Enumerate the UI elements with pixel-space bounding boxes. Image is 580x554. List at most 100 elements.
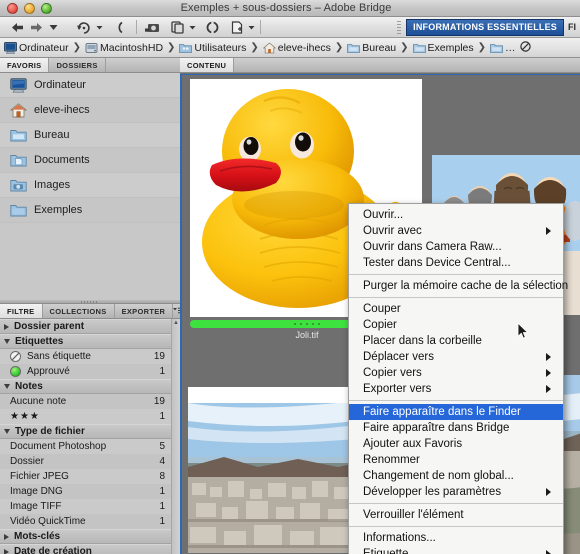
breadcrumb-item-eleve-ihecs[interactable]: eleve-ihecs [262, 42, 331, 54]
menu-item-couper[interactable]: Couper [349, 301, 563, 317]
filter-row[interactable]: Image TIFF 1 [0, 499, 171, 514]
new-folder-icon[interactable] [228, 17, 247, 38]
breadcrumb-item-bureau[interactable]: Bureau [347, 42, 396, 54]
breadcrumb-item-truncated[interactable]: … [490, 42, 516, 54]
filter-row-count: 1 [159, 411, 165, 422]
breadcrumb-separator: ❯ [400, 42, 409, 53]
menu-item-label: Ajouter aux Favoris [363, 438, 463, 450]
workspace-drag-grip[interactable] [397, 20, 402, 34]
breadcrumb-separator: ❯ [72, 42, 81, 53]
menu-item-placer-dans-la-corbeille[interactable]: Placer dans la corbeille [349, 333, 563, 349]
menu-item-renommer[interactable]: Renommer [349, 452, 563, 468]
recent-folders-dropdown-icon[interactable] [46, 17, 61, 38]
sidebar-item-images[interactable]: Images [0, 173, 180, 198]
filter-section-type-de-fichier[interactable]: Type de fichier [0, 424, 171, 439]
menu-item-etiquette[interactable]: Etiquette [349, 546, 563, 554]
breadcrumb-label: … [505, 41, 516, 54]
filter-row[interactable]: Fichier JPEG 8 [0, 469, 171, 484]
workspace-tab-filter[interactable]: FI [564, 20, 580, 35]
sidebar-item-eleve-ihecs[interactable]: eleve-ihecs [0, 98, 180, 123]
menu-item-purger-memoire-cache[interactable]: Purger la mémoire cache de la sélection [349, 278, 568, 294]
menu-item-ajouter-aux-favoris[interactable]: Ajouter aux Favoris [349, 436, 563, 452]
tab-dossiers[interactable]: DOSSIERS [49, 58, 106, 72]
open-in-camera-raw-icon[interactable] [142, 17, 164, 38]
breadcrumb-item-utilisateurs[interactable]: Utilisateurs [179, 42, 246, 54]
filter-section-etiquettes[interactable]: Etiquettes [0, 334, 171, 349]
filter-row-count: 19 [153, 396, 165, 407]
filter-row[interactable]: Dossier 4 [0, 454, 171, 469]
tab-filtre[interactable]: FILTRE [0, 304, 43, 318]
sidebar-item-documents[interactable]: Documents [0, 148, 180, 173]
thumbnail-item-city-left[interactable] [188, 387, 356, 553]
menu-item-label: Verrouiller l'élément [363, 509, 464, 521]
rotate-clockwise-icon[interactable] [111, 17, 128, 38]
filter-row[interactable]: Sans étiquette 19 [0, 349, 171, 364]
favorites-list: Ordinateur eleve-ihecs Bureau Documents … [0, 73, 180, 301]
menu-item-deplacer-vers[interactable]: Déplacer vers [349, 349, 563, 365]
new-folder-dropdown-icon[interactable] [248, 25, 255, 32]
copy-files-icon[interactable] [168, 17, 188, 38]
filter-section-notes[interactable]: Notes [0, 379, 171, 394]
scroll-up-icon[interactable]: ▲ [172, 319, 180, 327]
menu-item-ouvrir[interactable]: Ouvrir... [349, 207, 563, 223]
rotate-counterclockwise-icon[interactable] [73, 17, 95, 38]
menu-item-ouvrir-dans-camera-raw[interactable]: Ouvrir dans Camera Raw... [349, 239, 563, 255]
filter-row-label: ★★★ [10, 411, 40, 422]
filter-row[interactable]: ★★★ 1 [0, 409, 171, 424]
context-menu[interactable]: Ouvrir... Ouvrir avec Ouvrir dans Camera… [348, 203, 568, 554]
refine-icon[interactable] [203, 17, 222, 38]
breadcrumb-item-ordinateur[interactable]: Ordinateur [4, 41, 69, 54]
filter-row[interactable]: Image DNG 1 [0, 484, 171, 499]
chevron-right-icon [4, 548, 9, 554]
pictures-folder-icon [10, 178, 27, 193]
tab-collections[interactable]: COLLECTIONS [42, 304, 115, 318]
filter-row-label: Approuvé [27, 366, 70, 377]
submenu-arrow-icon [546, 369, 551, 377]
sidebar-item-ordinateur[interactable]: Ordinateur [0, 73, 180, 98]
menu-item-tester-dans-device-central[interactable]: Tester dans Device Central... [349, 255, 563, 271]
menu-item-faire-apparaitre-dans-le-finder[interactable]: Faire apparaître dans le Finder [349, 404, 563, 420]
menu-item-changement-de-nom-global[interactable]: Changement de nom global... [349, 468, 563, 484]
menu-item-exporter-vers[interactable]: Exporter vers [349, 381, 563, 397]
filter-row-count: 1 [159, 516, 165, 527]
menu-item-ouvrir-avec[interactable]: Ouvrir avec [349, 223, 563, 239]
sidebar-item-label: Exemples [34, 204, 83, 216]
filter-row[interactable]: Approuvé 1 [0, 364, 171, 379]
sidebar-item-bureau[interactable]: Bureau [0, 123, 180, 148]
copy-dropdown-icon[interactable] [189, 25, 196, 32]
filter-section-date-de-creation[interactable]: Date de création [0, 544, 171, 554]
panel-resize-handle[interactable] [0, 300, 180, 304]
submenu-arrow-icon [546, 227, 551, 235]
tab-exporter[interactable]: EXPORTER [114, 304, 174, 318]
forward-icon[interactable] [27, 17, 46, 38]
tab-favoris[interactable]: FAVORIS [0, 58, 50, 72]
workspace-tab-essentials[interactable]: INFORMATIONS ESSENTIELLES [406, 18, 564, 36]
menu-item-copier[interactable]: Copier [349, 317, 563, 333]
filter-section-dossier-parent[interactable]: Dossier parent [0, 319, 171, 334]
filter-row[interactable]: Vidéo QuickTime 1 [0, 514, 171, 529]
filter-row-label: Image DNG [10, 486, 63, 497]
filter-row[interactable]: Document Photoshop 5 [0, 439, 171, 454]
menu-item-faire-apparaitre-dans-bridge[interactable]: Faire apparaître dans Bridge [349, 420, 563, 436]
sidebar-item-label: Documents [34, 154, 90, 166]
filter-section-mots-cles[interactable]: Mots-clés [0, 529, 171, 544]
back-icon[interactable] [8, 17, 27, 38]
window-title: Exemples + sous-dossiers – Adobe Bridge [180, 2, 392, 14]
approved-label-swatch-icon [10, 366, 21, 377]
menu-item-verrouiller-lelement[interactable]: Verrouiller l'élément [349, 507, 563, 523]
filter-row[interactable]: Aucune note 19 [0, 394, 171, 409]
tab-contenu[interactable]: CONTENU [180, 58, 235, 72]
breadcrumb-item-exemples[interactable]: Exemples [412, 42, 474, 54]
filter-section-title: Date de création [14, 546, 92, 554]
sidebar-item-exemples[interactable]: Exemples [0, 198, 180, 223]
folder-icon [347, 42, 361, 54]
menu-item-copier-vers[interactable]: Copier vers [349, 365, 563, 381]
breadcrumb-item-macintoshhd[interactable]: MacintoshHD [85, 42, 163, 54]
filter-panel-scrollbar[interactable]: ▲ [171, 319, 180, 554]
menu-item-developper-les-parametres[interactable]: Développer les paramètres [349, 484, 563, 500]
computer-icon [10, 77, 27, 93]
menu-item-informations[interactable]: Informations... [349, 530, 563, 546]
rotate-dropdown-icon[interactable] [96, 25, 103, 32]
menu-item-label: Faire apparaître dans Bridge [363, 422, 510, 434]
filter-row-label: Vidéo QuickTime [10, 516, 86, 527]
